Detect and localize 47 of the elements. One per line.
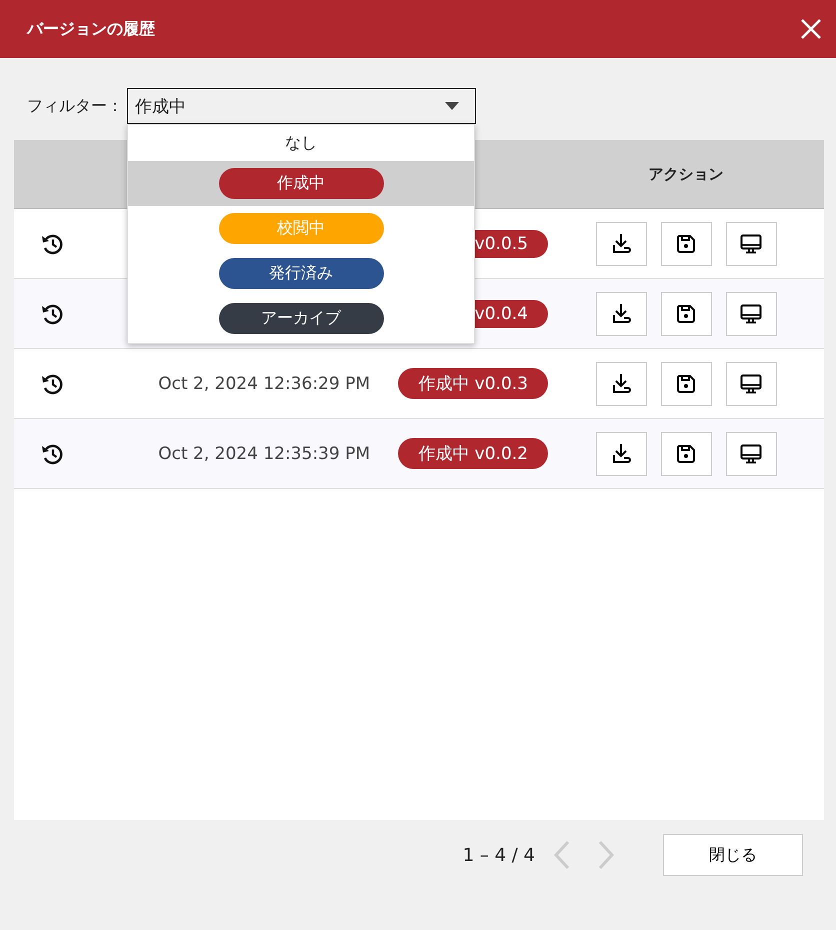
- monitor-icon: [740, 234, 762, 254]
- history-icon[interactable]: [40, 372, 64, 394]
- monitor-button[interactable]: [726, 222, 776, 266]
- floppy-icon: [676, 444, 696, 464]
- monitor-icon: [740, 444, 762, 464]
- status-pill: アーカイブ: [218, 303, 384, 334]
- caret-icon: [445, 102, 459, 110]
- download-button[interactable]: [596, 432, 646, 476]
- monitor-button[interactable]: [726, 432, 776, 476]
- status-pill: 作成中: [218, 168, 384, 199]
- filter-select[interactable]: 作成中: [127, 88, 476, 124]
- option-label: なし: [285, 132, 317, 154]
- history-icon[interactable]: [40, 442, 64, 464]
- monitor-button[interactable]: [726, 362, 776, 406]
- status-pill: 発行済み: [218, 258, 384, 289]
- close-button[interactable]: 閉じる: [663, 834, 803, 876]
- menu-item[interactable]: 作成中: [128, 161, 474, 206]
- close-icon[interactable]: [800, 18, 822, 40]
- filter-label: フィルター：: [27, 96, 123, 116]
- version-badge: 作成中 v0.0.2: [398, 438, 548, 469]
- download-icon: [610, 302, 632, 324]
- download-icon: [610, 372, 632, 394]
- save-button[interactable]: [660, 222, 712, 266]
- monitor-icon: [740, 374, 762, 394]
- window-title: バージョンの履歴: [27, 18, 155, 40]
- page-range: 1 – 4 / 4: [462, 844, 535, 866]
- date-text: Oct 2, 2024 12:35:39 PM: [158, 444, 370, 464]
- floppy-icon: [676, 234, 696, 254]
- download-icon: [610, 232, 632, 254]
- download-icon: [610, 442, 632, 464]
- save-button[interactable]: [660, 432, 712, 476]
- column-header: アクション: [648, 164, 724, 184]
- history-icon[interactable]: [40, 302, 64, 324]
- date-text: Oct 2, 2024 12:36:29 PM: [158, 374, 370, 394]
- save-button[interactable]: [660, 292, 712, 336]
- save-button[interactable]: [660, 362, 712, 406]
- floppy-icon: [676, 374, 696, 394]
- version-badge: 作成中 v0.0.3: [398, 368, 548, 399]
- monitor-icon: [740, 304, 762, 324]
- history-icon[interactable]: [40, 232, 64, 254]
- menu-item[interactable]: なし: [128, 125, 474, 161]
- floppy-icon: [676, 304, 696, 324]
- status-pill: 校閲中: [218, 213, 384, 244]
- monitor-button[interactable]: [726, 292, 776, 336]
- download-button[interactable]: [596, 222, 646, 266]
- download-button[interactable]: [596, 362, 646, 406]
- download-button[interactable]: [596, 292, 646, 336]
